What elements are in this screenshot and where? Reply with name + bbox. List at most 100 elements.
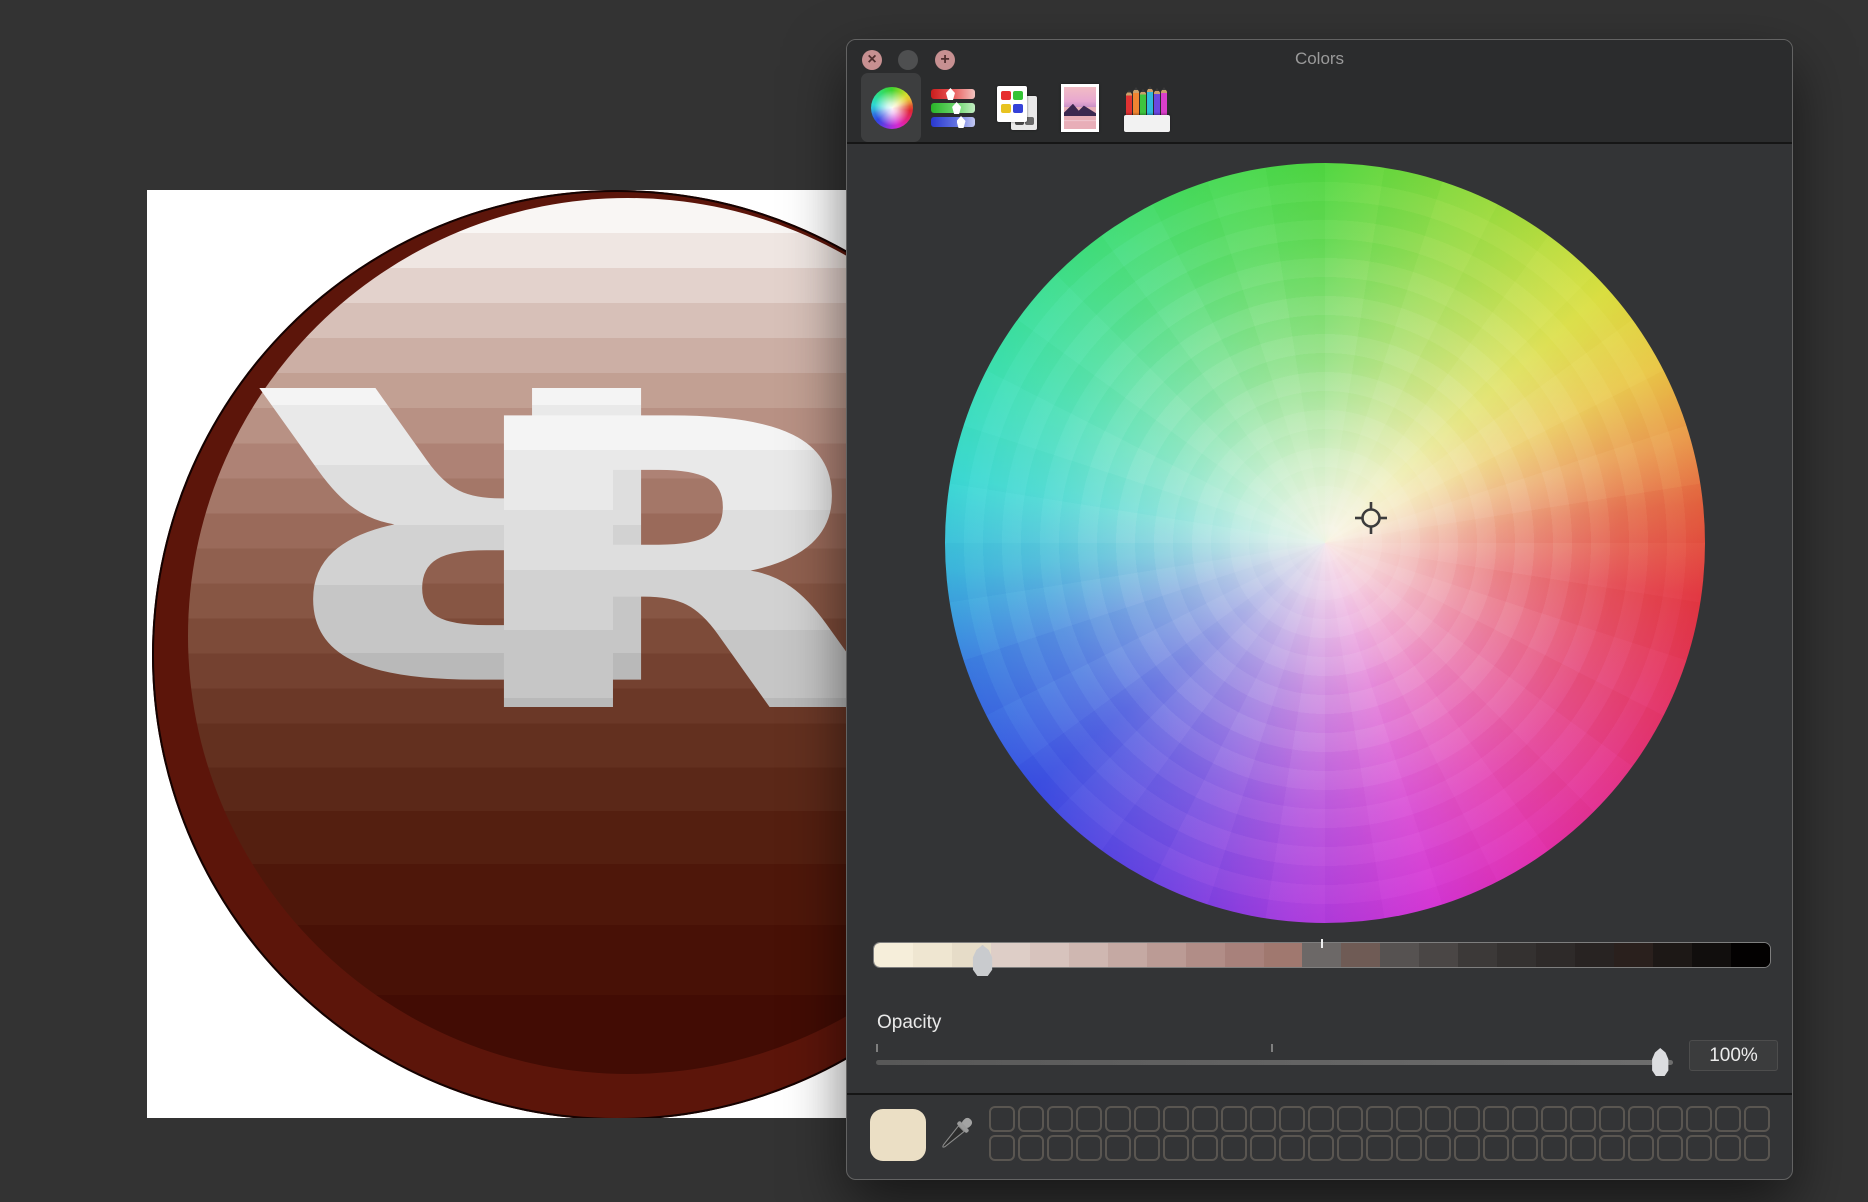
swatch-slot[interactable] [1425,1135,1451,1161]
eyedropper-icon[interactable] [933,1112,977,1158]
opacity-slider-knob[interactable] [1649,1048,1671,1076]
brightness-segment[interactable] [1341,943,1380,967]
swatch-slot[interactable] [1105,1135,1131,1161]
swatch-slot[interactable] [1076,1106,1102,1132]
swatch-slot[interactable] [1192,1135,1218,1161]
swatch-slot[interactable] [1454,1106,1480,1132]
swatch-slot[interactable] [1570,1135,1596,1161]
titlebar[interactable]: × + Colors [847,40,1792,144]
brightness-segment[interactable] [1536,943,1575,967]
image-palettes-tab-icon[interactable] [1061,84,1099,132]
swatch-slot[interactable] [1483,1135,1509,1161]
swatch-slot[interactable] [1076,1135,1102,1161]
swatch-slot[interactable] [1599,1135,1625,1161]
brightness-segment[interactable] [1380,943,1419,967]
swatch-slot[interactable] [1541,1135,1567,1161]
color-wheel[interactable] [945,163,1705,923]
swatch-slot[interactable] [1570,1106,1596,1132]
swatch-slot[interactable] [1396,1106,1422,1132]
swatch-slot[interactable] [1337,1106,1363,1132]
opacity-value-field[interactable]: 100% [1689,1040,1778,1071]
brightness-segment[interactable] [1614,943,1653,967]
brightness-segment[interactable] [1653,943,1692,967]
swatch-slot[interactable] [1308,1135,1334,1161]
swatch-slot[interactable] [1425,1106,1451,1132]
color-wheel-tab-icon[interactable] [871,87,913,129]
pencils-tab-icon[interactable] [1124,84,1170,132]
swatch-slot[interactable] [1366,1106,1392,1132]
swatch-slot[interactable] [1686,1135,1712,1161]
swatch-slot[interactable] [1047,1106,1073,1132]
swatch-slot[interactable] [1134,1106,1160,1132]
color-palettes-tab-icon[interactable] [997,86,1041,130]
swatch-slot[interactable] [1599,1106,1625,1132]
red-slider-glyph [931,89,975,99]
swatch-slot[interactable] [1686,1106,1712,1132]
swatch-slot[interactable] [1366,1135,1392,1161]
swatch-slot[interactable] [1483,1106,1509,1132]
swatch-slot[interactable] [1047,1135,1073,1161]
swatch-slot[interactable] [1396,1135,1422,1161]
color-crosshair[interactable] [1354,501,1388,535]
swatch-slot[interactable] [1134,1135,1160,1161]
desktop: R R × + Colors [0,0,1868,1202]
sunset-photo-glyph [1064,87,1096,129]
swatch-slot[interactable] [1221,1106,1247,1132]
brightness-segment[interactable] [1108,943,1147,967]
swatch-slot[interactable] [1018,1106,1044,1132]
swatch-slot[interactable] [1163,1135,1189,1161]
current-color-well[interactable] [870,1109,926,1161]
swatch-slot[interactable] [1657,1106,1683,1132]
palette-front-card [997,86,1027,122]
swatch-slot[interactable] [1715,1106,1741,1132]
swatch-slot[interactable] [1163,1106,1189,1132]
swatch-slot[interactable] [1250,1135,1276,1161]
brightness-segment[interactable] [1419,943,1458,967]
swatch-slot[interactable] [1744,1106,1770,1132]
swatch-slot[interactable] [1657,1135,1683,1161]
swatch-slot[interactable] [1279,1106,1305,1132]
brightness-segment[interactable] [1692,943,1731,967]
blue-slider-glyph [931,117,975,127]
swatch-slot[interactable] [989,1135,1015,1161]
swatch-slot[interactable] [1279,1135,1305,1161]
logo-letter-r: R [451,370,860,770]
brightness-segment[interactable] [913,943,952,967]
swatch-slot[interactable] [1628,1135,1654,1161]
brightness-segment[interactable] [1147,943,1186,967]
swatch-slot[interactable] [1541,1106,1567,1132]
swatch-slot[interactable] [1105,1106,1131,1132]
brightness-segment[interactable] [1186,943,1225,967]
brightness-segment[interactable] [1225,943,1264,967]
brightness-segment[interactable] [1458,943,1497,967]
swatch-slot[interactable] [1337,1135,1363,1161]
opacity-slider[interactable] [876,1060,1673,1065]
swatch-slot[interactable] [989,1106,1015,1132]
brightness-segment[interactable] [1030,943,1069,967]
brightness-segment[interactable] [874,943,913,967]
brightness-segment[interactable] [991,943,1030,967]
swatch-slot[interactable] [1628,1106,1654,1132]
swatch-slot[interactable] [1308,1106,1334,1132]
green-slider-glyph [931,103,975,113]
swatch-slot[interactable] [1221,1135,1247,1161]
swatch-slot[interactable] [1250,1106,1276,1132]
brightness-segment[interactable] [1264,943,1303,967]
saved-swatches-grid[interactable] [989,1106,1770,1161]
brightness-segment[interactable] [1497,943,1536,967]
brightness-segment[interactable] [1069,943,1108,967]
swatch-slot[interactable] [1454,1135,1480,1161]
wheel-posterize-overlay [945,163,1705,923]
swatch-slot[interactable] [1744,1135,1770,1161]
brightness-segment[interactable] [1575,943,1614,967]
bottom-separator [847,1093,1792,1095]
swatch-slot[interactable] [1512,1106,1538,1132]
swatch-slot[interactable] [1715,1135,1741,1161]
colors-panel: × + Colors [846,39,1793,1180]
swatch-slot[interactable] [1192,1106,1218,1132]
swatch-slot[interactable] [1512,1135,1538,1161]
color-sliders-tab-icon[interactable] [931,86,975,130]
brightness-segment[interactable] [1731,943,1770,967]
swatch-slot[interactable] [1018,1135,1044,1161]
brightness-mid-tick [1321,939,1323,948]
